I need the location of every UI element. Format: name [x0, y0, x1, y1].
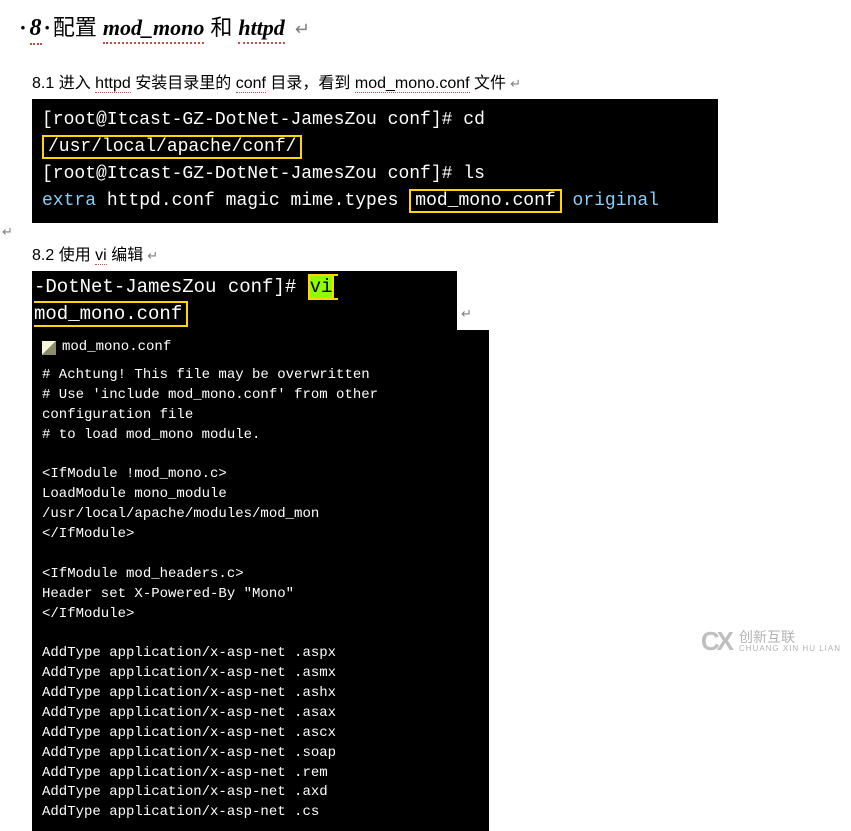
step-number: 8.1 — [32, 75, 54, 92]
return-mark-icon: ↵ — [295, 19, 310, 40]
step-8-1: 8.1 进入 httpd 安装目录里的 conf 目录，看到 mod_mono.… — [0, 69, 851, 93]
editor-line — [42, 624, 479, 644]
terminal-vi-line-wrapper: -DotNet-JamesZou conf]# vi mod_mono.conf… — [0, 271, 851, 330]
terminal-files: httpd.conf magic mime.types — [96, 191, 409, 211]
editor-line: <IfModule mod_headers.c> — [42, 565, 479, 585]
step-text-4: 文件 — [474, 75, 506, 92]
editor-filename: mod_mono.conf — [62, 338, 171, 358]
return-mark-icon: ↵ — [147, 248, 158, 263]
file-icon — [42, 341, 56, 355]
step-text-1: 使用 — [59, 247, 91, 264]
editor-line: AddType application/x-asp-net .axd — [42, 783, 479, 803]
terminal-vi-cmd: vi — [308, 274, 335, 300]
editor-titlebar: mod_mono.conf — [42, 338, 479, 358]
step-8-2: 8.2 使用 vi 编辑 ↵ — [0, 241, 851, 265]
terminal-line: extra httpd.conf magic mime.types mod_mo… — [42, 188, 708, 215]
editor-line: LoadModule mono_module /usr/local/apache… — [42, 485, 479, 525]
editor-line: # Achtung! This file may be overwritten — [42, 366, 479, 386]
editor-line — [42, 545, 479, 565]
dir-extra: extra — [42, 191, 96, 211]
return-mark-icon: ↵ — [461, 306, 472, 321]
term-conf: conf — [236, 75, 266, 93]
watermark-text: 创新互联 CHUANG XIN HU LIAN — [739, 630, 841, 653]
terminal-output-2: -DotNet-JamesZou conf]# vi mod_mono.conf — [32, 271, 457, 330]
editor-line: AddType application/x-asp-net .rem — [42, 764, 479, 784]
terminal-boxed-file: mod_mono.conf — [409, 189, 561, 213]
term-modconf: mod_mono.conf — [355, 75, 470, 93]
editor-line: AddType application/x-asp-net .soap — [42, 744, 479, 764]
terminal-prompt: [root@Itcast-GZ-DotNet-JamesZou conf]# c… — [42, 110, 485, 130]
editor-line: AddType application/x-asp-net .cs — [42, 803, 479, 823]
heading-modmono: mod_mono — [103, 15, 204, 44]
term-vi: vi — [95, 247, 107, 265]
editor-line: # Use 'include mod_mono.conf' from other… — [42, 386, 479, 426]
step-text-2: 安装目录里的 — [135, 75, 231, 92]
terminal-prompt: [root@Itcast-GZ-DotNet-JamesZou conf]# l… — [42, 164, 485, 184]
section-heading: · 8 · 配置 mod_mono 和 httpd ↵ — [0, 10, 851, 45]
terminal-line: [root@Itcast-GZ-DotNet-JamesZou conf]# l… — [42, 161, 708, 188]
editor-line: </IfModule> — [42, 525, 479, 545]
terminal-boxed-path: /usr/local/apache/conf/ — [42, 135, 302, 159]
watermark-cn: 创新互联 — [739, 630, 841, 645]
editor-content: mod_mono.conf # Achtung! This file may b… — [32, 330, 489, 831]
watermark-en: CHUANG XIN HU LIAN — [739, 645, 841, 653]
editor-line — [42, 446, 479, 466]
editor-line: # to load mod_mono module. — [42, 426, 479, 446]
editor-line: AddType application/x-asp-net .asax — [42, 704, 479, 724]
step-number: 8.2 — [32, 247, 54, 264]
watermark: CX 创新互联 CHUANG XIN HU LIAN — [701, 626, 841, 657]
bullet-mark: · — [20, 15, 26, 41]
heading-httpd: httpd — [238, 15, 284, 44]
step-text-3: 目录，看到 — [270, 75, 350, 92]
terminal-output-1: [root@Itcast-GZ-DotNet-JamesZou conf]# c… — [32, 99, 718, 223]
terminal-prompt: -DotNet-JamesZou conf]# — [34, 276, 308, 298]
editor-line: </IfModule> — [42, 605, 479, 625]
return-mark-icon: ↵ — [2, 224, 13, 239]
step-text-1: 进入 — [59, 75, 91, 92]
editor-line: AddType application/x-asp-net .aspx — [42, 644, 479, 664]
editor-line: <IfModule !mod_mono.c> — [42, 465, 479, 485]
editor-line: Header set X-Powered-By "Mono" — [42, 585, 479, 605]
term-httpd: httpd — [95, 75, 131, 93]
step-text-2: 编辑 — [111, 247, 143, 264]
editor-line: AddType application/x-asp-net .ashx — [42, 684, 479, 704]
return-mark-icon: ↵ — [510, 76, 521, 91]
dir-original: original — [562, 191, 659, 211]
editor-line: AddType application/x-asp-net .asmx — [42, 664, 479, 684]
editor-line: AddType application/x-asp-net .ascx — [42, 724, 479, 744]
heading-and: 和 — [210, 10, 232, 42]
terminal-line: [root@Itcast-GZ-DotNet-JamesZou conf]# c… — [42, 107, 708, 161]
heading-prefix: 配置 — [53, 10, 97, 42]
section-number: 8 — [30, 15, 42, 45]
dot: · — [44, 15, 51, 41]
watermark-logo-icon: CX — [701, 626, 731, 657]
